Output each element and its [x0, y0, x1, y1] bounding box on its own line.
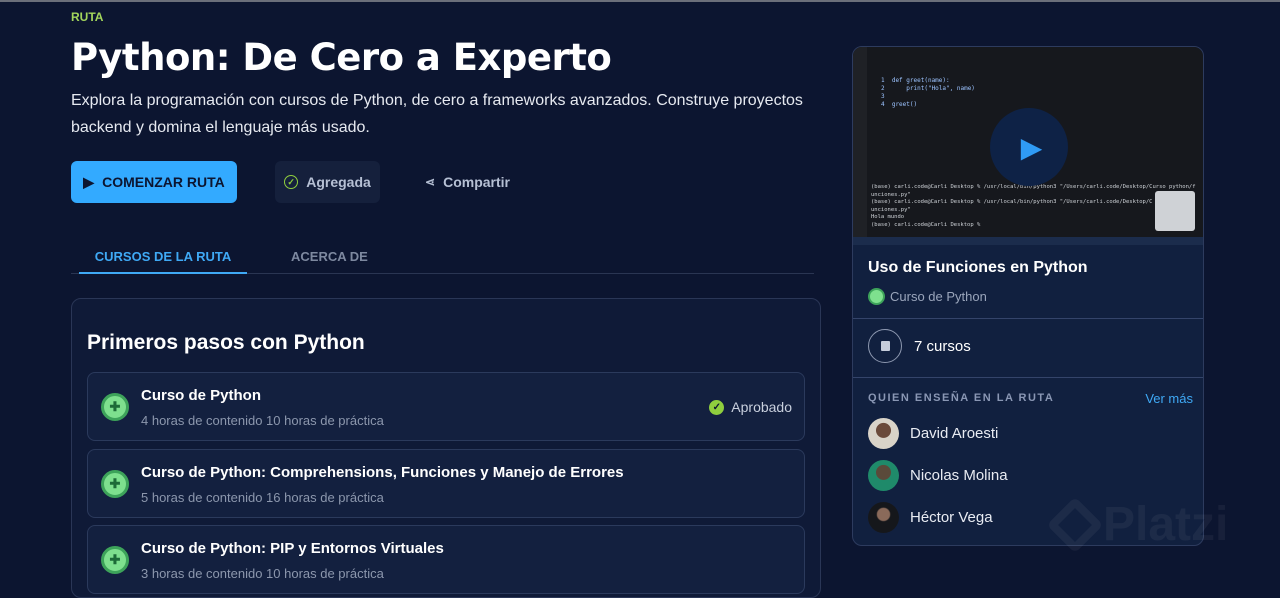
added-button[interactable]: ✓ Agregada — [275, 161, 380, 203]
teachers-heading: QUIEN ENSEÑA EN LA RUTA — [868, 392, 1055, 404]
course-title: Curso de Python: Comprehensions, Funcion… — [141, 464, 624, 481]
tab-bar: CURSOS DE LA RUTA ACERCA DE — [71, 242, 814, 274]
python-badge-icon — [868, 288, 885, 305]
share-icon: ⋖ — [425, 175, 436, 189]
eyebrow-label: RUTA — [71, 10, 104, 24]
start-label: COMENZAR RUTA — [102, 174, 225, 190]
divider — [853, 377, 1203, 378]
editor-activity-bar — [853, 47, 867, 245]
course-title: Curso de Python: PIP y Entornos Virtuale… — [141, 540, 444, 557]
course-count: 7 cursos — [868, 329, 971, 363]
platzi-logo-icon — [1046, 496, 1104, 553]
check-circle-icon: ✓ — [284, 175, 299, 189]
start-route-button[interactable]: ▶ COMENZAR RUTA — [71, 161, 237, 203]
share-label: Compartir — [443, 174, 510, 190]
teacher-name: Nicolas Molina — [910, 467, 1008, 484]
page-title: Python: De Cero a Experto — [71, 36, 612, 79]
course-item[interactable]: ✚ Curso de Python: PIP y Entornos Virtua… — [87, 525, 805, 594]
code-line: 4 greet() — [881, 101, 918, 108]
teacher-name: David Aroesti — [910, 425, 999, 442]
terminal-line: unciones.py" — [871, 206, 911, 213]
tab-about[interactable]: ACERCA DE — [291, 249, 368, 264]
teacher-item[interactable]: Héctor Vega — [868, 502, 993, 533]
course-title: Curso de Python — [141, 387, 262, 404]
added-label: Agregada — [306, 174, 371, 190]
teacher-item[interactable]: Nicolas Molina — [868, 460, 1008, 491]
route-sidebar-card: 1 def greet(name): 2 print("Hola", name)… — [852, 46, 1204, 546]
python-badge-icon: ✚ — [101, 470, 129, 498]
python-badge-icon: ✚ — [101, 393, 129, 421]
instructor-webcam — [1155, 191, 1195, 231]
see-more-link[interactable]: Ver más — [1145, 391, 1193, 406]
course-item[interactable]: ✚ Curso de Python: Comprehensions, Funci… — [87, 449, 805, 518]
video-preview[interactable]: 1 def greet(name): 2 print("Hola", name)… — [853, 47, 1203, 245]
avatar — [868, 418, 899, 449]
course-section: Primeros pasos con Python ✚ Curso de Pyt… — [71, 298, 821, 598]
terminal-line: Hola mundo — [871, 214, 905, 220]
course-item[interactable]: ✚ Curso de Python 4 horas de contenido 1… — [87, 372, 805, 441]
play-icon: ▶ — [1020, 131, 1043, 163]
platzi-watermark: Platzi — [1046, 496, 1229, 553]
status-badge: ✓ Aprobado — [709, 399, 792, 415]
editor-status-bar — [853, 237, 1203, 245]
avatar — [868, 502, 899, 533]
check-icon: ✓ — [709, 399, 725, 415]
terminal-line: (base) carli.code@Carli Desktop % — [871, 221, 984, 228]
terminal-output: (base) carli.code@Carli Desktop % /usr/l… — [871, 184, 1196, 229]
play-icon: ▶ — [83, 173, 95, 190]
course-meta: 3 horas de contenido 10 horas de práctic… — [141, 566, 384, 581]
teacher-name: Héctor Vega — [910, 509, 993, 526]
code-line: 3 — [881, 93, 885, 100]
course-meta: 5 horas de contenido 16 horas de práctic… — [141, 490, 384, 505]
avatar — [868, 460, 899, 491]
tab-courses[interactable]: CURSOS DE LA RUTA — [79, 249, 247, 274]
code-lines: 1 def greet(name): 2 print("Hola", name)… — [881, 77, 975, 109]
watermark-text: Platzi — [1103, 498, 1229, 551]
teacher-item[interactable]: David Aroesti — [868, 418, 998, 449]
course-count-label: 7 cursos — [914, 337, 971, 355]
share-button[interactable]: ⋖ Compartir — [415, 161, 520, 203]
section-title: Primeros pasos con Python — [87, 331, 365, 354]
book-icon — [868, 329, 902, 363]
video-course-label: Curso de Python — [890, 289, 987, 304]
video-title[interactable]: Uso de Funciones en Python — [868, 259, 1088, 277]
python-badge-icon: ✚ — [101, 546, 129, 574]
divider — [853, 318, 1203, 319]
status-label: Aprobado — [731, 399, 792, 415]
terminal-line: (base) carli.code@Carli Desktop % /usr/l… — [871, 199, 1153, 205]
code-line: 1 def greet(name): — [881, 77, 950, 84]
page-description: Explora la programación con cursos de Py… — [71, 92, 803, 136]
terminal-line: unciones.py" — [871, 191, 911, 198]
video-course[interactable]: Curso de Python — [868, 288, 987, 305]
play-button[interactable]: ▶ — [990, 108, 1068, 186]
code-line: 2 print("Hola", name) — [881, 85, 975, 92]
course-meta: 4 horas de contenido 10 horas de práctic… — [141, 413, 384, 428]
